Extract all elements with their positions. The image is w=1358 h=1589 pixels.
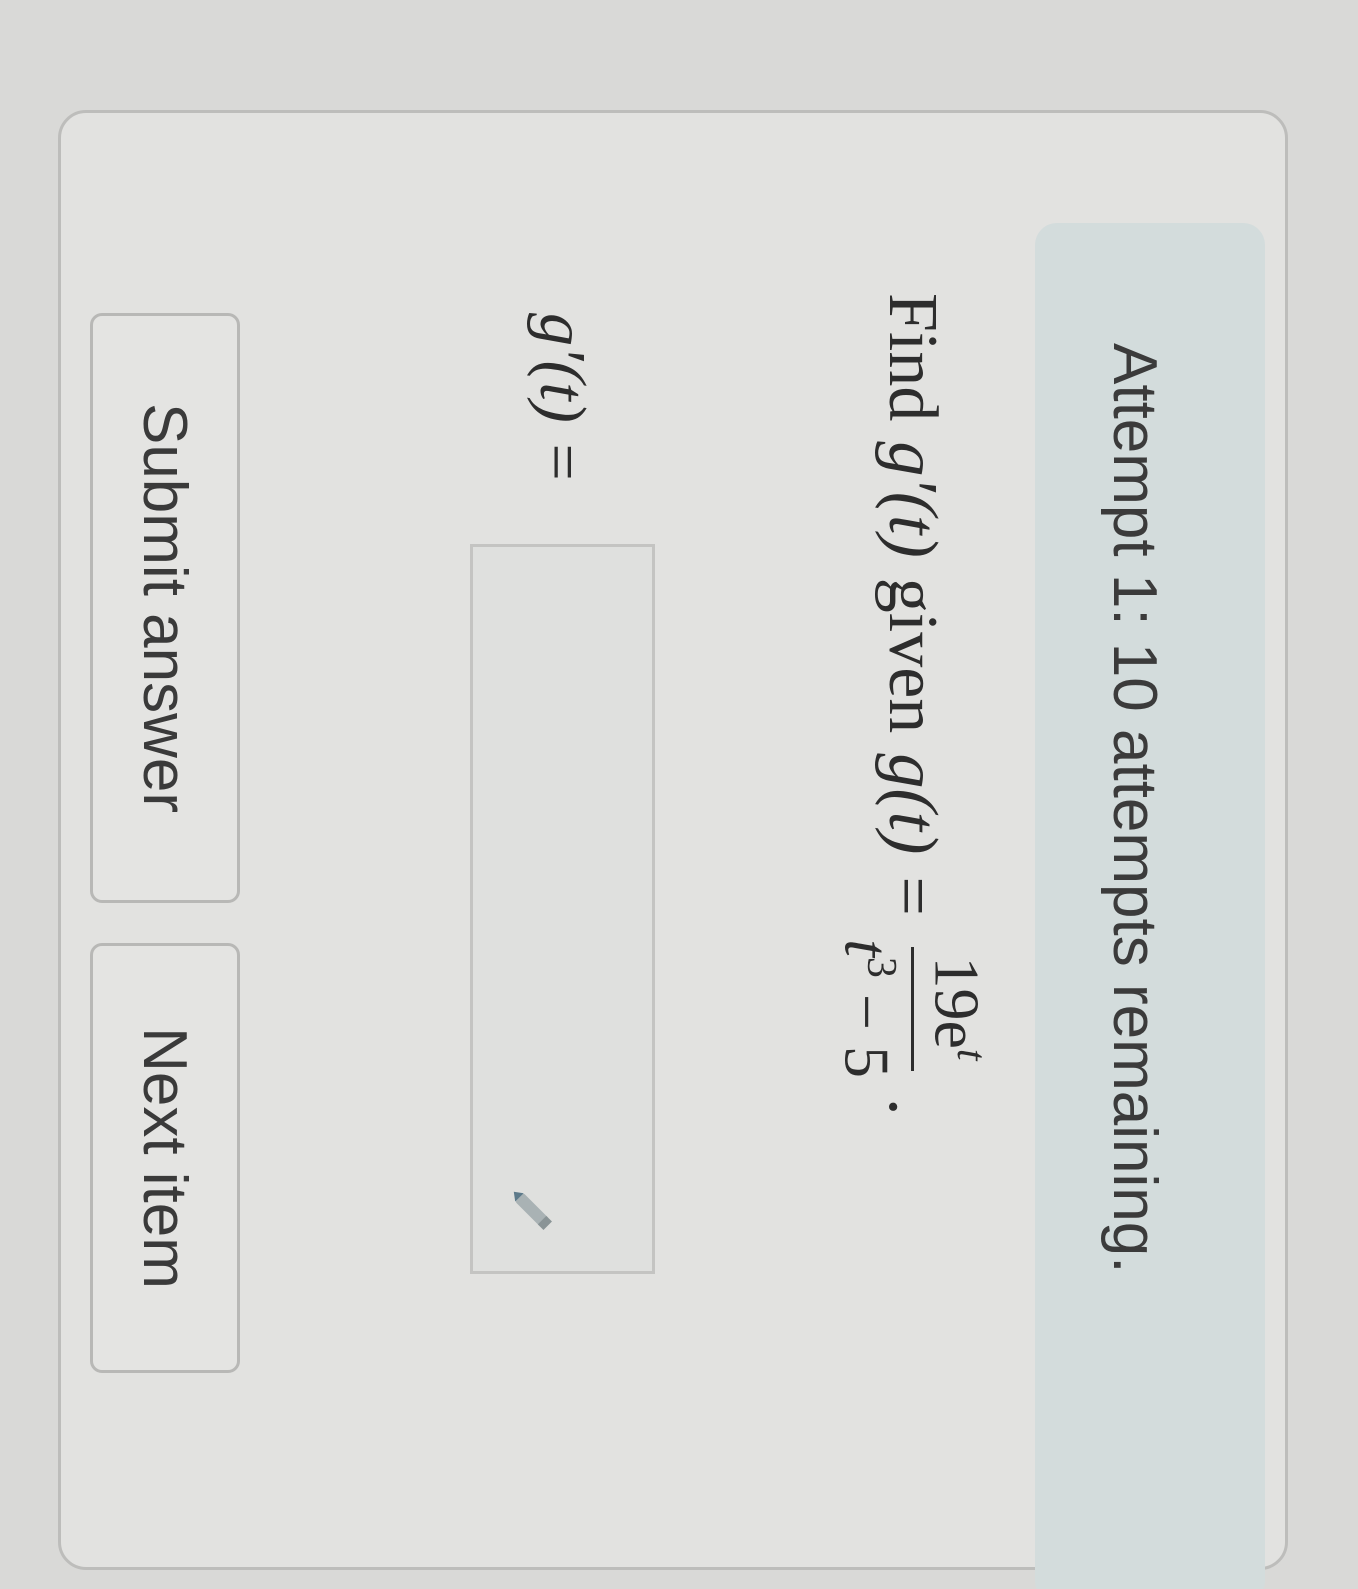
screen: Attempt 1: 10 attempts remaining. Find g… xyxy=(0,0,1358,1589)
derivative-symbol: g′(t) xyxy=(874,441,952,558)
fraction-denominator: t3 − 5 xyxy=(831,939,904,1078)
period: . xyxy=(874,1098,952,1116)
find-word: Find xyxy=(874,293,952,422)
answer-row: g′(t) = xyxy=(470,313,655,1274)
attempts-text: Attempt 1: 10 attempts remaining. xyxy=(1100,343,1169,1274)
fraction-numerator: 19et xyxy=(910,946,995,1071)
function-fraction: 19et t3 − 5 xyxy=(829,929,995,1088)
question-card: Attempt 1: 10 attempts remaining. Find g… xyxy=(58,110,1288,1589)
attempts-banner: Attempt 1: 10 attempts remaining. xyxy=(1035,223,1265,1589)
answer-input[interactable] xyxy=(470,543,655,1274)
answer-label: g′(t) = xyxy=(526,313,600,484)
submit-answer-button[interactable]: Submit answer xyxy=(90,313,240,903)
next-item-button[interactable]: Next item xyxy=(90,943,240,1373)
given-word: given xyxy=(874,577,952,734)
pencil-icon[interactable] xyxy=(505,1183,565,1243)
question-prompt: Find g′(t) given g(t) = 19et t3 − 5 . xyxy=(829,293,995,1116)
function-lhs: g(t) = xyxy=(874,753,952,920)
